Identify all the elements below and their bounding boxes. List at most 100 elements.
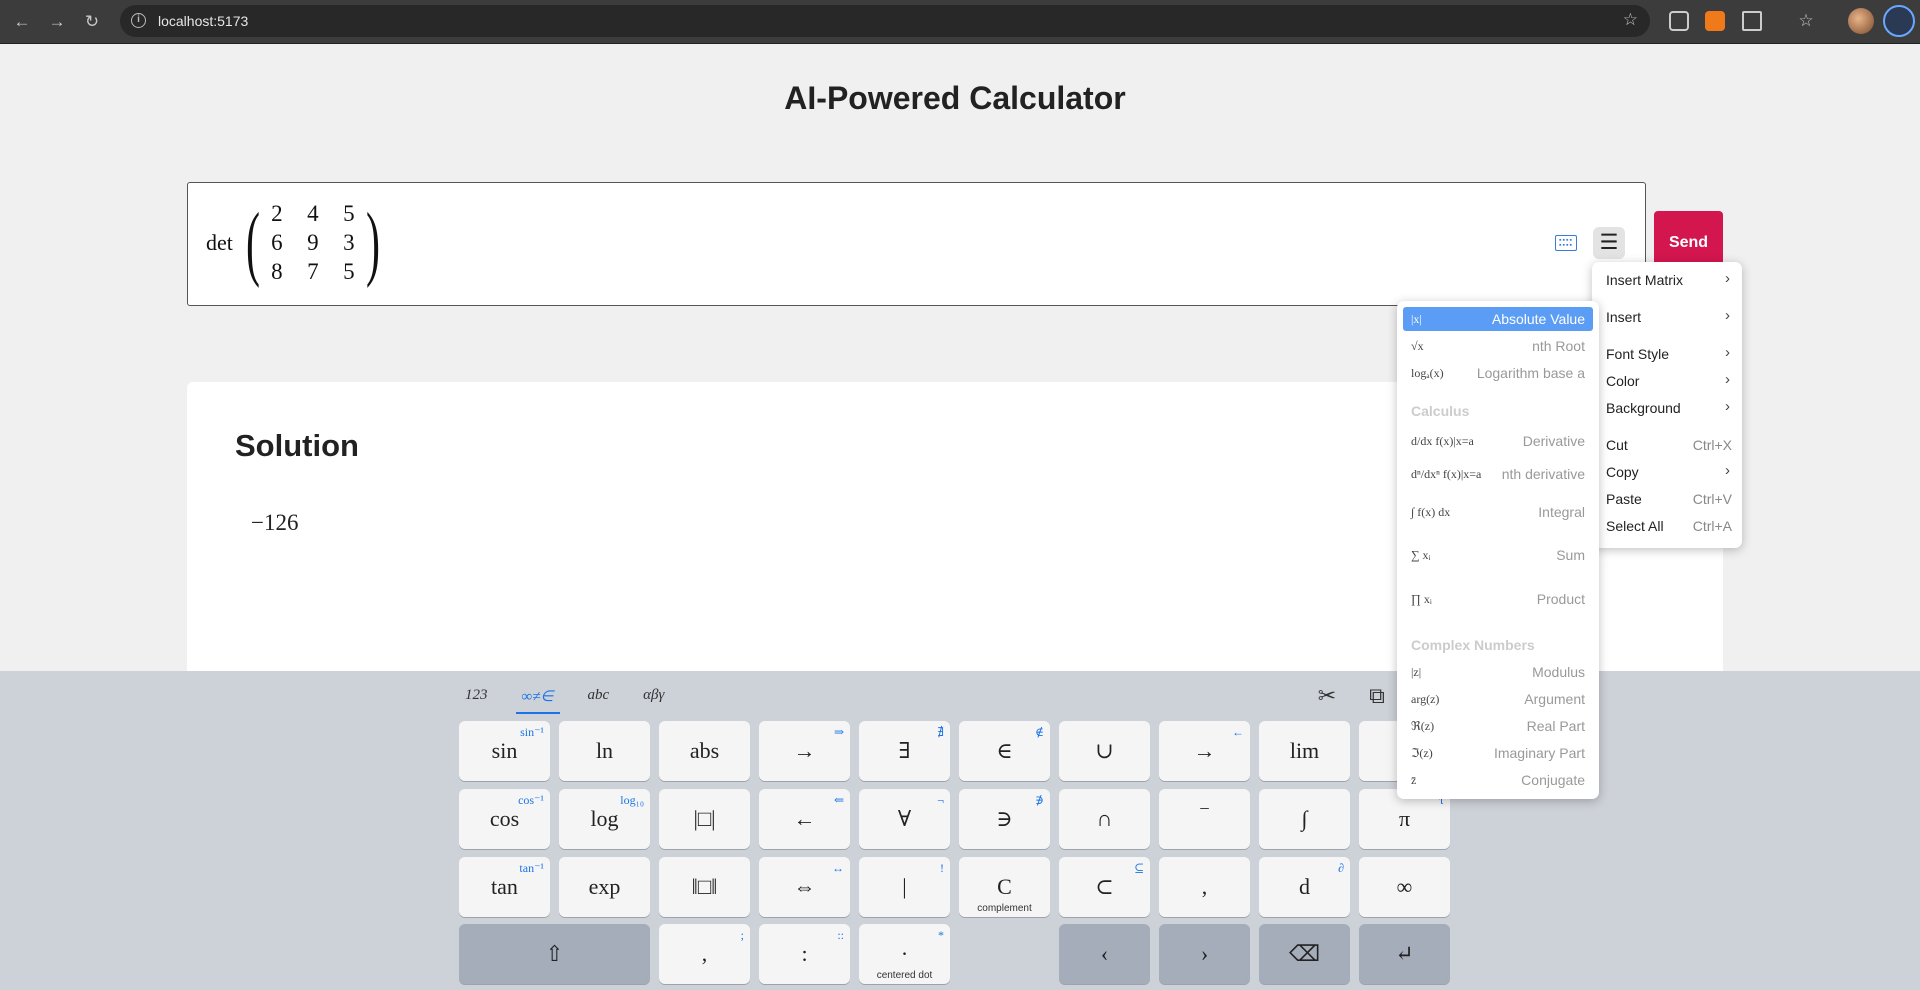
insert-menu-item[interactable]: d/dx f(x)|x=a Derivative (1403, 425, 1593, 457)
keyboard-tab[interactable]: abc (582, 683, 616, 714)
insert-menu-item[interactable]: √x nth Root (1403, 334, 1593, 358)
key-label: ∪ (1095, 738, 1114, 763)
keyboard-key[interactable]: ∪ (1059, 721, 1150, 781)
bookmarks-icon[interactable]: ☆ (1794, 9, 1818, 33)
arrow-left-icon[interactable]: ← (10, 10, 34, 34)
context-menu-item[interactable]: Cut Ctrl+X (1606, 437, 1732, 459)
insert-menu-item[interactable]: ∑ xᵢ Sum (1403, 535, 1593, 575)
keyboard-key[interactable]: → ⇒ (759, 721, 850, 781)
context-menu-item[interactable]: Copy › (1606, 462, 1732, 486)
key-label: → (793, 738, 816, 763)
address-bar[interactable]: i localhost:5173 ☆ (120, 5, 1650, 37)
insert-menu-item[interactable]: ℜ(z) Real Part (1403, 714, 1593, 738)
insert-menu-item[interactable]: dⁿ/dxⁿ f(x)|x=a nth derivative (1403, 457, 1593, 491)
key-shift-label: log₁₀ (620, 793, 644, 807)
keyboard-key[interactable]: tan tan⁻¹ (459, 857, 550, 917)
menu-item-label: Paste (1606, 491, 1642, 507)
keyboard-key[interactable]: › (1159, 924, 1250, 984)
context-menu-item[interactable]: Insert › (1606, 307, 1732, 331)
insert-menu-item[interactable]: ∏ xᵢ Product (1403, 579, 1593, 619)
context-menu-item[interactable]: Color › (1606, 371, 1732, 395)
keyboard-key[interactable]: ∫ (1259, 789, 1350, 849)
arrow-right-icon[interactable]: → (45, 10, 69, 34)
keyboard-key[interactable]: ::: (759, 924, 850, 984)
keyboard-key[interactable]: ⇧ (459, 924, 650, 984)
keyboard-tab[interactable]: αβγ (637, 683, 670, 714)
context-menu-item[interactable]: Select All Ctrl+A (1606, 518, 1732, 540)
profile-icon[interactable] (1883, 5, 1915, 37)
key-shift-label: ¬ (937, 793, 944, 807)
key-label: d (1299, 874, 1310, 899)
keyboard-key[interactable]: ln (559, 721, 650, 781)
keyboard-key[interactable]: |! (859, 857, 950, 917)
keyboard-key[interactable]: ⌫ (1259, 924, 1350, 984)
keyboard-key[interactable]: → ← (1159, 721, 1250, 781)
keyboard-key[interactable]: ‾ (1159, 789, 1250, 849)
keyboard-key[interactable]: · * centered dot (859, 924, 950, 984)
keyboard-key[interactable]: ‹ (1059, 924, 1150, 984)
keyboard-key[interactable]: ∃ ∄ (859, 721, 950, 781)
menu-item-label: Insert (1606, 309, 1642, 325)
insert-menu-item[interactable]: logₐ(x) Logarithm base a (1403, 361, 1593, 385)
keyboard-key[interactable]: Ccomplement (959, 857, 1050, 917)
keyboard-key[interactable]: sin sin⁻¹ (459, 721, 550, 781)
keyboard-key[interactable]: , (1159, 857, 1250, 917)
media-extension-icon[interactable] (1705, 11, 1725, 31)
key-label: , (1201, 874, 1208, 899)
insert-menu-item[interactable]: z̄ Conjugate (1403, 768, 1593, 792)
puzzle-extensions-icon[interactable] (1742, 11, 1762, 31)
keyboard-tab[interactable]: 123 (459, 683, 494, 714)
insert-menu-item[interactable]: ℑ(z) Imaginary Part (1403, 741, 1593, 765)
keyboard-key[interactable]: ⇔ ↔ (759, 857, 850, 917)
keyboard-key[interactable]: ‖□‖ (659, 857, 750, 917)
context-menu-item[interactable]: Insert Matrix › (1606, 270, 1732, 294)
insert-submenu: |x| Absolute Value √x nth Root logₐ(x) Logari… (1397, 301, 1599, 799)
keyboard-toggle-icon[interactable]: ▪▪▪▪ ▪▪▪▪ (1555, 235, 1577, 251)
math-glyph: ℜ(z) (1411, 718, 1435, 733)
site-info-icon[interactable]: i (131, 13, 146, 28)
keyboard-key[interactable]: log log₁₀ (559, 789, 650, 849)
math-glyph: |x| (1411, 311, 1422, 326)
keyboard-key[interactable]: exp (559, 857, 650, 917)
key-label: exp (588, 874, 621, 899)
keyboard-tab[interactable]: ∞≠∈ (515, 683, 560, 714)
keyboard-key[interactable]: abs (659, 721, 750, 781)
context-menu-item[interactable]: Paste Ctrl+V (1606, 491, 1732, 513)
key-shift-label: :: (837, 928, 844, 942)
extension-icon[interactable] (1669, 11, 1689, 31)
keyboard-key[interactable]: |□| (659, 789, 750, 849)
keyboard-key[interactable]: ⊂ ⊆ (1059, 857, 1150, 917)
copy-icon[interactable]: ⧉ (1362, 681, 1392, 711)
insert-menu-item[interactable]: |x| Absolute Value (1403, 307, 1593, 331)
insert-menu-item[interactable]: arg(z) Argument (1403, 687, 1593, 711)
keyboard-key[interactable]: ∋ ∌ (959, 789, 1050, 849)
menu-item-shortcut: Ctrl+V (1692, 491, 1732, 507)
scissors-icon[interactable]: ✂ (1312, 681, 1342, 711)
keyboard-key[interactable]: ↵ (1359, 924, 1450, 984)
math-input-field[interactable]: det ( 245693875 ) ▪▪▪▪ ▪▪▪▪ ☰ (187, 182, 1646, 306)
avatar[interactable] (1848, 8, 1874, 34)
menu-item-label: Integral (1538, 504, 1585, 520)
hamburger-menu-icon[interactable]: ☰ (1593, 227, 1625, 259)
keyboard-key[interactable]: lim (1259, 721, 1350, 781)
context-menu-item[interactable]: Font Style › (1606, 344, 1732, 368)
key-shift-label: cos⁻¹ (518, 793, 544, 807)
reload-icon[interactable]: ↻ (80, 10, 104, 34)
key-label: ∫ (1301, 806, 1308, 831)
key-label: ∈ (996, 738, 1013, 763)
keyboard-key[interactable]: ∀ ¬ (859, 789, 950, 849)
insert-menu-item[interactable]: ∫ f(x) dx Integral (1403, 493, 1593, 531)
bookmark-star-icon[interactable]: ☆ (1623, 10, 1638, 30)
keyboard-key[interactable]: ∈ ∉ (959, 721, 1050, 781)
keyboard-key[interactable]: ← ⇐ (759, 789, 850, 849)
keyboard-key[interactable]: d ∂ (1259, 857, 1350, 917)
insert-menu-item[interactable]: |z| Modulus (1403, 660, 1593, 684)
keyboard-key[interactable]: ,; (659, 924, 750, 984)
key-label: C (997, 874, 1012, 899)
keyboard-key[interactable]: ∞ (1359, 857, 1450, 917)
section-heading: Calculus (1411, 403, 1470, 419)
keyboard-key[interactable]: cos cos⁻¹ (459, 789, 550, 849)
keyboard-key[interactable]: ∩ (1059, 789, 1150, 849)
solution-value: −126 (251, 510, 299, 535)
context-menu-item[interactable]: Background › (1606, 398, 1732, 422)
